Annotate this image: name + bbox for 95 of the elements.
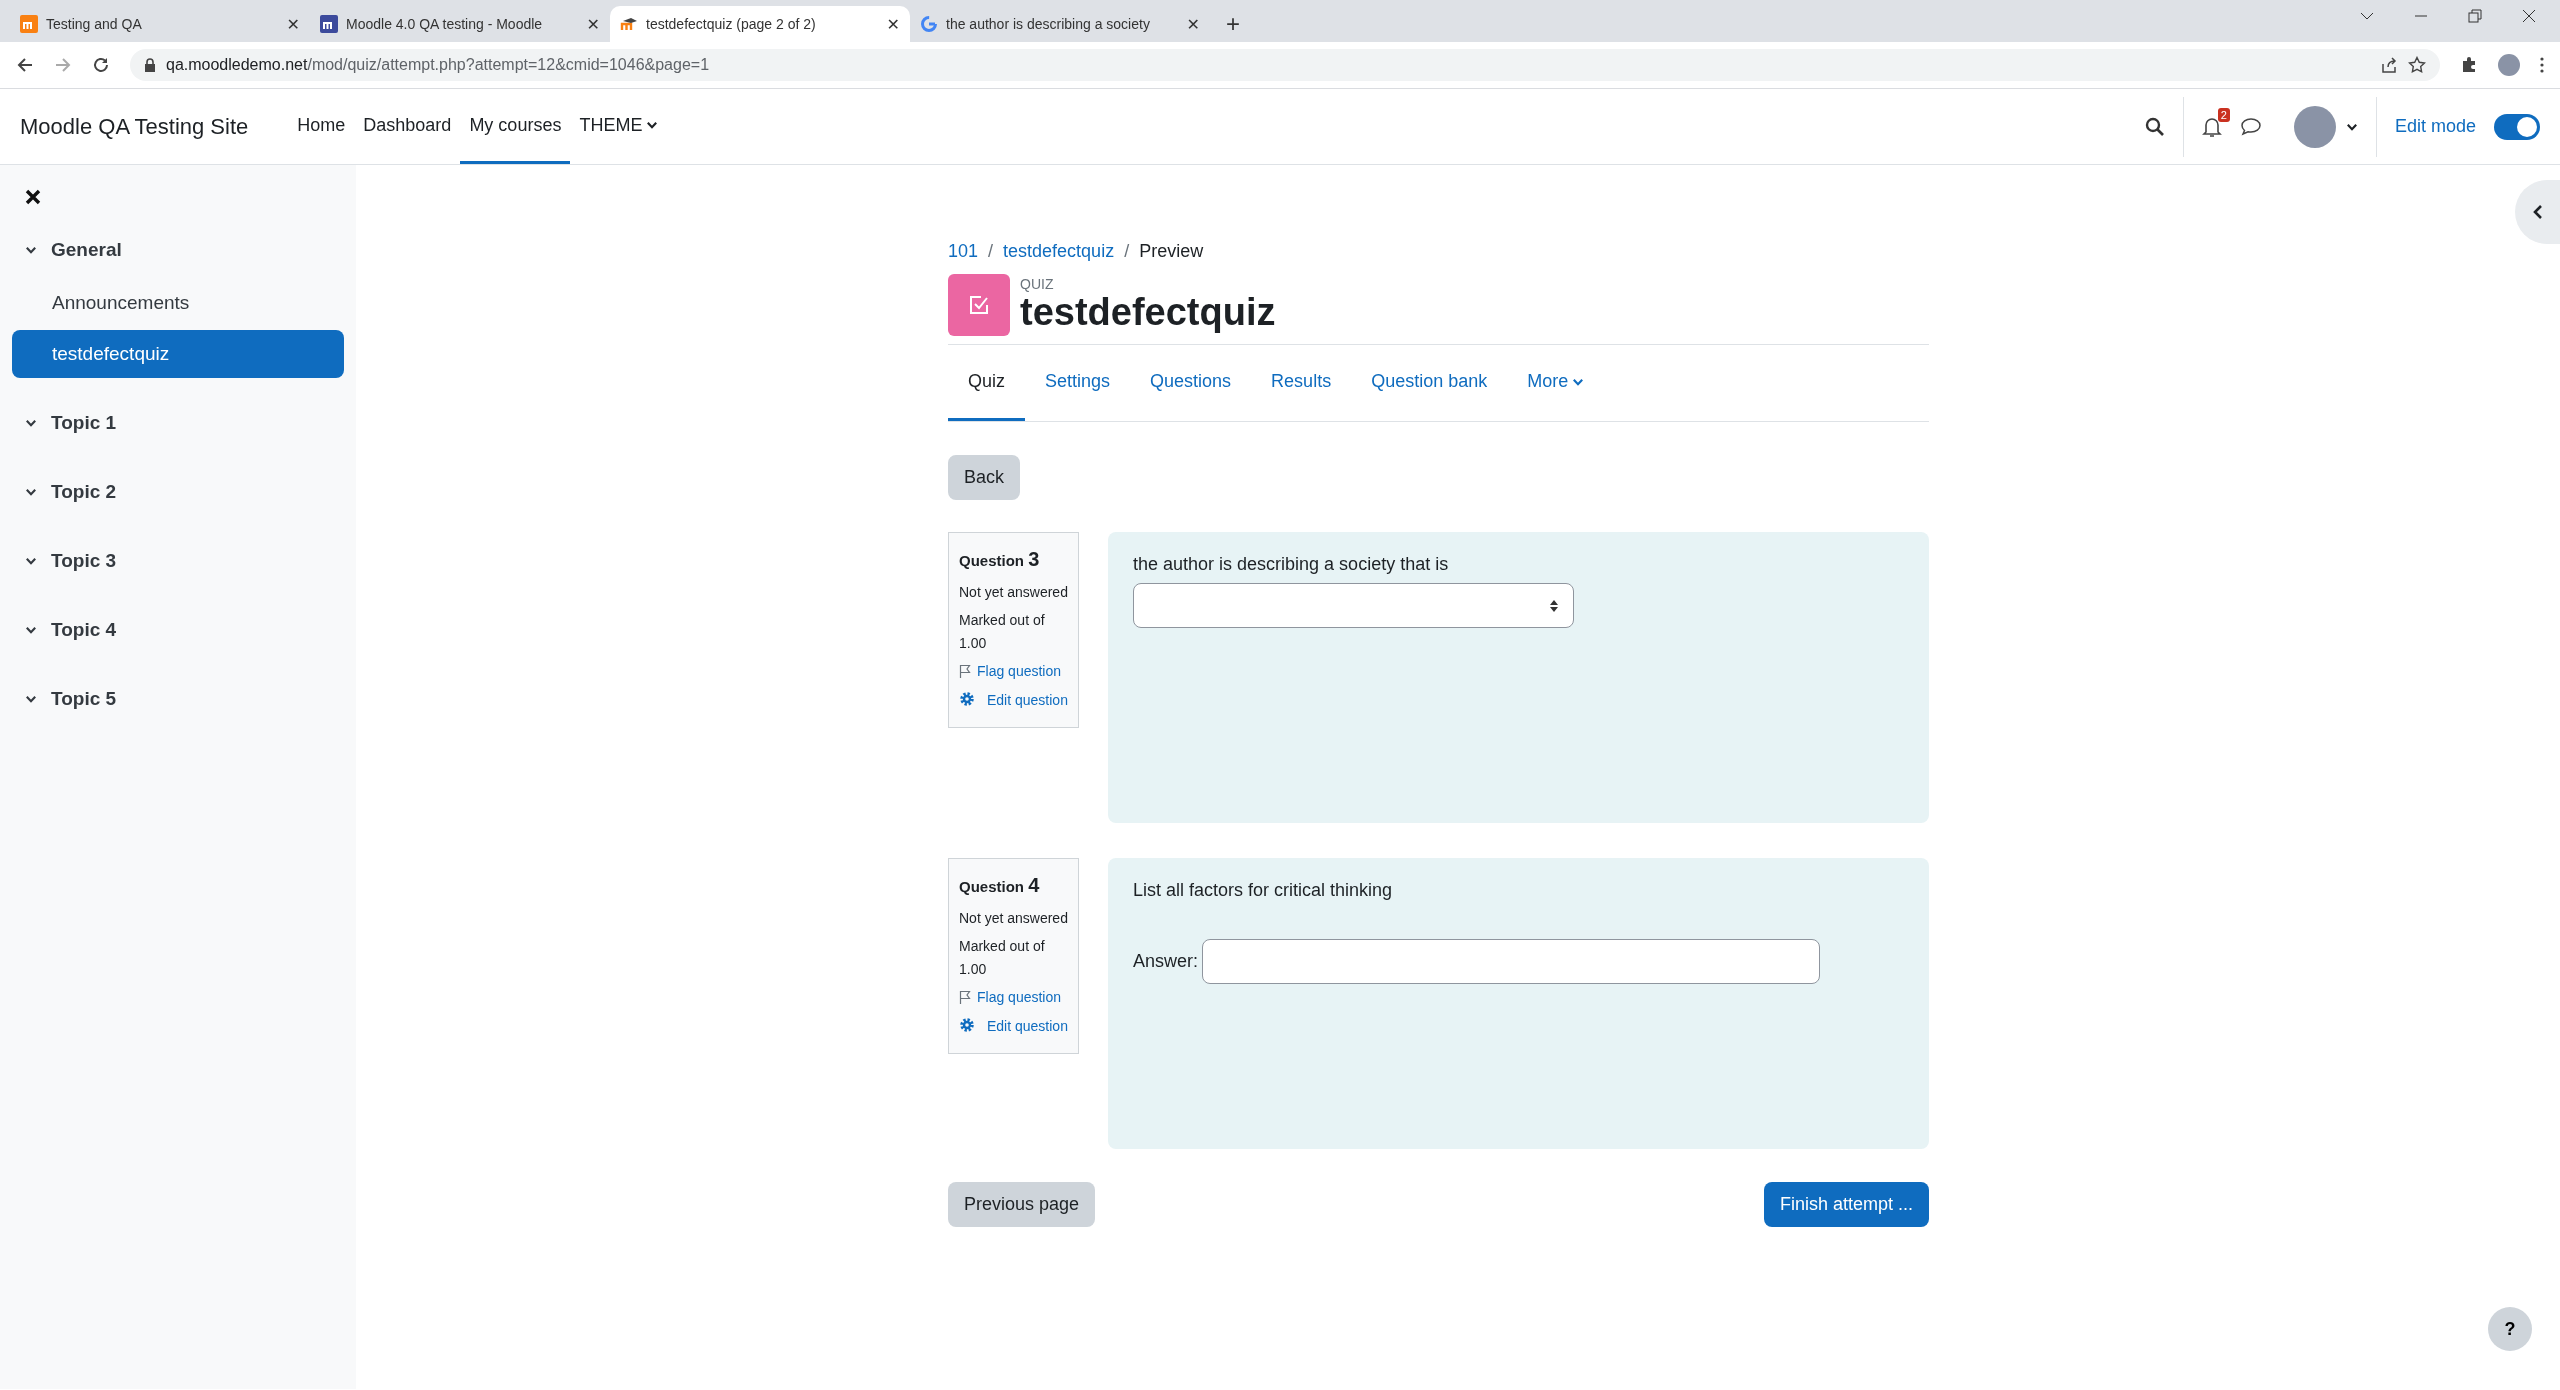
chevron-icon xyxy=(25,417,37,429)
new-tab-button[interactable]: + xyxy=(1210,10,1256,42)
module-type: QUIZ xyxy=(1020,276,1055,293)
question-text: the author is describing a society that is xyxy=(1133,554,1450,575)
section-toggle[interactable]: Topic 3 xyxy=(12,546,344,576)
flag-question-link[interactable]: Flag question xyxy=(977,660,1062,683)
flag-icon xyxy=(959,990,971,1005)
question-number: Question 4 xyxy=(959,873,1041,898)
answer-field[interactable] xyxy=(1202,939,1821,984)
sort-arrows-icon xyxy=(1549,598,1559,613)
tab[interactable]: Question bank xyxy=(1351,345,1508,421)
menu-icon[interactable] xyxy=(2540,57,2544,73)
address-bar[interactable]: qa.moodledemo.net/mod/quiz/attempt.php?attempt=12&cmid=1046&page=1 xyxy=(130,49,2440,81)
drawer-toggle[interactable] xyxy=(2515,180,2560,244)
profile-avatar[interactable] xyxy=(2498,54,2520,76)
close-tab-button[interactable]: ✕ xyxy=(886,14,900,34)
flag-question-link[interactable]: Flag question xyxy=(977,986,1062,1009)
browser-tab[interactable]: the author is describing a society ✕ xyxy=(910,6,1210,42)
finish-attempt-button[interactable]: Finish attempt ... xyxy=(1763,1182,1929,1227)
section-toggle[interactable]: Topic 2 xyxy=(12,477,344,507)
question-marks: Marked out of 1.00 xyxy=(959,937,1046,979)
chevron-icon xyxy=(25,486,37,498)
moodle-icon xyxy=(620,15,638,33)
section-toggle[interactable]: Topic 5 xyxy=(12,684,344,714)
user-menu[interactable] xyxy=(2293,105,2358,148)
lock-icon xyxy=(144,58,156,72)
chat-bubble-icon[interactable] xyxy=(2239,116,2262,137)
browser-tab[interactable]: Moodle 4.0 QA testing - Moodle ✕ xyxy=(310,6,610,42)
close-tab-button[interactable]: ✕ xyxy=(586,14,600,34)
nav-link[interactable]: THEME xyxy=(570,89,668,164)
help-button[interactable]: ? xyxy=(2488,1307,2532,1351)
notification-badge: 2 xyxy=(2217,107,2230,122)
close-icon[interactable] xyxy=(2522,9,2536,23)
section-toggle[interactable]: General xyxy=(12,235,344,265)
sidebar-item[interactable]: Announcements xyxy=(12,279,344,327)
tab-title: testdefectquiz (page 2 of 2) xyxy=(646,16,817,32)
tab[interactable]: Results xyxy=(1251,345,1352,421)
edit-mode-toggle[interactable] xyxy=(2494,113,2540,140)
browser-tab[interactable]: testdefectquiz (page 2 of 2) ✕ xyxy=(610,6,910,42)
google-icon xyxy=(920,15,938,33)
close-tab-button[interactable]: ✕ xyxy=(1186,14,1200,34)
breadcrumb-item[interactable]: 101 xyxy=(948,241,979,262)
puzzle-icon[interactable] xyxy=(2460,56,2478,74)
gear-icon xyxy=(959,690,975,707)
page-title: testdefectquiz xyxy=(1020,292,1276,334)
flag-icon xyxy=(959,664,971,679)
close-icon[interactable] xyxy=(25,189,41,205)
edit-question-link[interactable]: Edit question xyxy=(981,1014,1068,1037)
breadcrumb-separator: / xyxy=(1124,241,1130,262)
tab[interactable]: Settings xyxy=(1025,345,1131,421)
tab-title: Moodle 4.0 QA testing - Moodle xyxy=(346,16,544,32)
edit-mode-label: Edit mode xyxy=(2394,116,2476,137)
tab[interactable]: Quiz xyxy=(948,345,1025,421)
nav-link[interactable]: Dashboard xyxy=(354,89,461,164)
quiz-icon xyxy=(948,274,1010,336)
bell-icon[interactable] xyxy=(2201,115,2222,138)
tab[interactable]: More xyxy=(1507,345,1605,421)
close-tab-button[interactable]: ✕ xyxy=(286,14,300,34)
question-marks: Marked out of 1.00 xyxy=(959,611,1046,653)
section-toggle[interactable]: Topic 4 xyxy=(12,615,344,645)
site-name[interactable]: Moodle QA Testing Site xyxy=(20,113,249,140)
search-icon[interactable] xyxy=(2144,116,2165,137)
browser-tab[interactable]: Testing and QA ✕ xyxy=(10,6,310,42)
chevron-icon xyxy=(25,555,37,567)
restore-icon[interactable] xyxy=(2468,9,2482,23)
gear-icon xyxy=(959,1016,975,1033)
breadcrumb-separator: / xyxy=(988,241,994,262)
question-status: Not yet answered xyxy=(959,583,1068,602)
chevron-icon xyxy=(25,693,37,705)
tab-title: the author is describing a society xyxy=(946,16,1151,32)
breadcrumb-item: Preview xyxy=(1139,241,1204,262)
previous-page-button[interactable]: Previous page xyxy=(948,1182,1096,1227)
sidebar-item[interactable]: testdefectquiz xyxy=(12,330,344,378)
caret-icon xyxy=(646,119,659,131)
answer-label: Answer: xyxy=(1133,951,1199,972)
back-button[interactable]: Back xyxy=(948,455,1021,500)
star-icon[interactable] xyxy=(2408,56,2426,74)
section-toggle[interactable]: Topic 1 xyxy=(12,408,344,438)
question-number: Question 3 xyxy=(959,547,1041,572)
edit-question-link[interactable]: Edit question xyxy=(981,688,1068,711)
question-status: Not yet answered xyxy=(959,909,1068,928)
tab[interactable]: Questions xyxy=(1130,345,1252,421)
tab-title: Testing and QA xyxy=(46,16,143,32)
share-icon[interactable] xyxy=(2380,56,2398,74)
question-text: List all factors for critical thinking xyxy=(1133,880,1394,901)
moodle-icon xyxy=(20,15,38,33)
nav-link[interactable]: My courses xyxy=(460,89,571,164)
back-arrow-icon[interactable] xyxy=(16,56,34,74)
chevron-icon xyxy=(25,244,37,256)
moodle-icon xyxy=(320,15,338,33)
breadcrumb-item[interactable]: testdefectquiz xyxy=(1003,241,1115,262)
answer-dropdown[interactable] xyxy=(1133,583,1574,628)
chevron-icon xyxy=(25,624,37,636)
reload-icon[interactable] xyxy=(92,56,110,74)
nav-link[interactable]: Home xyxy=(288,89,355,164)
